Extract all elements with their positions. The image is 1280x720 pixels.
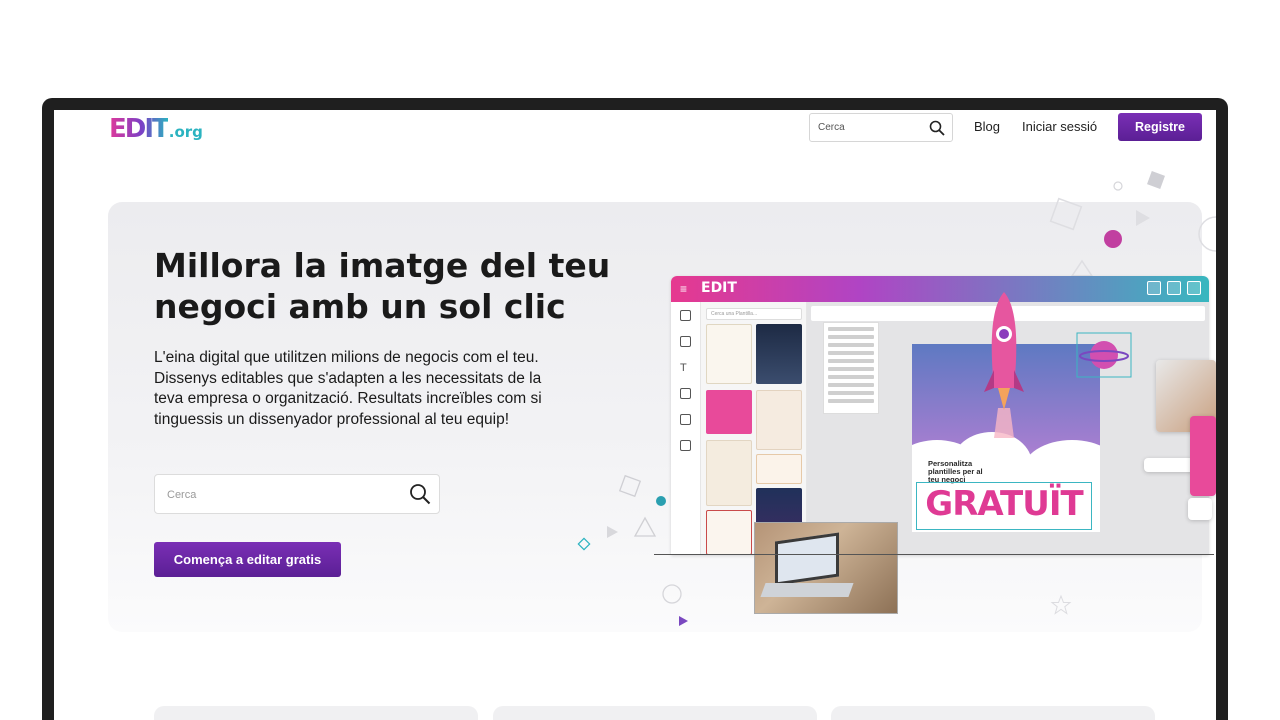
template-thumb [756,324,802,384]
template-thumb [706,324,752,384]
panel-search-input: Cerca una Plantilla... [706,308,802,320]
header-search-input[interactable]: Cerca [809,113,953,142]
templates-icon [680,310,691,321]
feature-card [831,706,1155,720]
teal-dot-deco-icon [656,496,666,506]
hero-search-placeholder: Cerca [167,489,197,501]
image-icon [680,388,691,399]
nav-link-blog[interactable]: Blog [974,119,1000,134]
stage: EDIT .org Cerca Blog Iniciar sessió Regi… [0,0,1280,720]
logo-edit-text: EDIT [109,114,170,144]
feature-card [154,706,478,720]
purple-triangle-deco-icon [679,616,688,626]
triangle-outline-left-deco-icon [633,516,657,537]
square-outline-deco-icon [1049,197,1083,231]
diamond-deco-icon [1147,171,1165,189]
circle-outline-deco-icon [1198,216,1216,252]
layout-icon [680,336,691,347]
desk-line [654,554,1214,555]
triangle-outline-deco-icon [1070,259,1094,277]
hero-search-input[interactable]: Cerca [154,474,440,514]
font-dropdown [823,322,879,414]
hero-description: L'eina digital que utilitzen milions de … [154,349,542,428]
editor-templates-panel: Cerca una Plantilla... [701,302,807,555]
circle-deco-icon [1113,181,1123,191]
star-outline-deco-icon [1050,594,1072,615]
start-editing-button[interactable]: Comença a editar gratis [154,542,341,577]
share-icon [1147,281,1161,295]
search-icon[interactable] [409,483,431,505]
laptop-keyboard [760,583,854,597]
edit-logo[interactable]: EDIT .org [109,114,203,144]
template-thumb [756,454,802,484]
register-button[interactable]: Registre [1118,113,1202,141]
square-outline-left-deco-icon [618,474,642,498]
pink-card-sticker [1190,416,1216,496]
laptop-photo [754,522,898,614]
uploads-icon [680,440,691,451]
poster-text: Personalitza plantilles per al teu negoc… [928,459,983,484]
header-search-placeholder: Cerca [818,122,845,133]
logo-org-text: .org [168,123,203,141]
template-thumb [706,510,752,555]
editor-topbar: ≡ EDIT [671,276,1209,302]
feature-card [493,706,817,720]
magenta-dot-deco-icon [1104,230,1122,248]
template-thumb [756,390,802,450]
hero-title: Millora la imatge del teu negoci amb un … [154,246,611,326]
template-thumb [706,440,752,506]
editor-logo: EDIT [701,280,737,296]
circle-outline-bottom-deco-icon [662,584,682,604]
text-format-sticker [1144,458,1194,472]
planet-icon [1076,332,1132,378]
poster-headline: GRATUÏT [925,484,1083,524]
nav-link-login[interactable]: Iniciar sessió [1022,119,1097,134]
search-icon[interactable] [929,120,945,136]
elements-icon [680,414,691,425]
template-thumb [706,390,752,434]
folder-icon [1187,281,1201,295]
user-sticker [1188,498,1212,520]
menu-icon: ≡ [680,282,688,296]
screen: EDIT .org Cerca Blog Iniciar sessió Regi… [54,110,1216,720]
laptop-screen [775,532,839,586]
diamond-outline-teal-deco-icon [577,537,591,551]
triangle-deco-icon [1136,210,1150,226]
editor-sidebar: T [671,302,701,555]
rocket-icon [984,292,1024,438]
download-icon [1167,281,1181,295]
text-icon: T [680,362,687,374]
triangle-left-deco-icon [607,526,618,538]
